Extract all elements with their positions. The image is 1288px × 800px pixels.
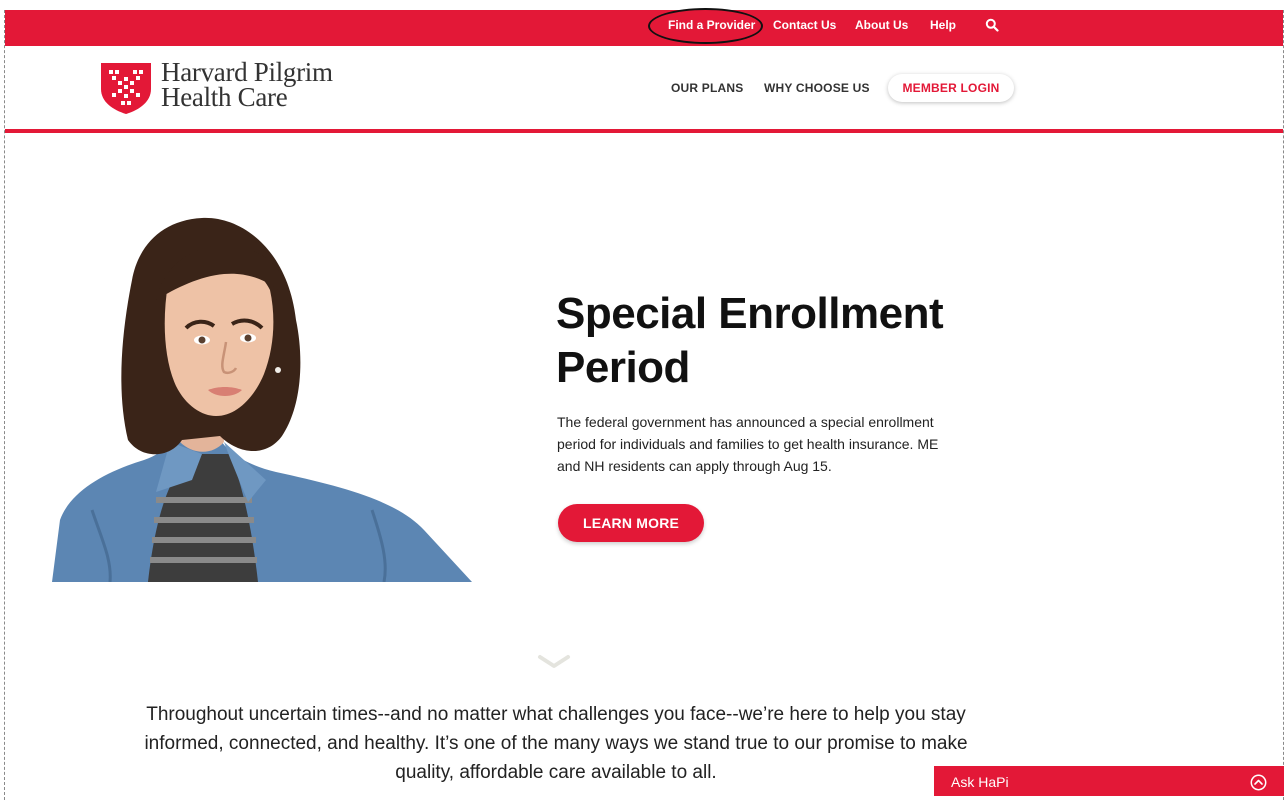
about-us-link[interactable]: About Us bbox=[855, 18, 908, 32]
ask-hapi-chat-widget[interactable]: Ask HaPi bbox=[934, 766, 1284, 796]
promise-line3: quality, affordable care available to al… bbox=[395, 762, 717, 783]
brand-name-line2: Health Care bbox=[161, 82, 288, 112]
search-icon[interactable] bbox=[985, 18, 999, 32]
hero-title-line1: Special Enrollment bbox=[556, 289, 944, 338]
find-provider-link[interactable]: Find a Provider bbox=[668, 18, 755, 32]
promise-line1: Throughout uncertain times--and no matte… bbox=[146, 704, 966, 725]
harvard-pilgrim-shield-logo-icon[interactable] bbox=[99, 61, 153, 115]
member-login-button[interactable]: MEMBER LOGIN bbox=[888, 74, 1014, 102]
utility-bar bbox=[5, 10, 1283, 46]
nav-why-choose-us[interactable]: WHY CHOOSE US bbox=[764, 81, 870, 95]
nav-our-plans[interactable]: OUR PLANS bbox=[671, 81, 743, 95]
hero-title: Special Enrollment Period bbox=[556, 287, 996, 395]
help-link[interactable]: Help bbox=[930, 18, 956, 32]
chevron-up-circle-icon[interactable] bbox=[1250, 774, 1267, 791]
brand-wordmark[interactable]: Harvard Pilgrim Health Care bbox=[161, 59, 333, 112]
hero-woman-photo bbox=[52, 217, 472, 582]
hero-title-line2: Period bbox=[556, 343, 690, 392]
hero-description: The federal government has announced a s… bbox=[557, 414, 939, 474]
learn-more-button[interactable]: LEARN MORE bbox=[558, 504, 704, 542]
promise-line2: informed, connected, and healthy. It’s o… bbox=[144, 733, 968, 754]
contact-us-link[interactable]: Contact Us bbox=[773, 18, 836, 32]
header-divider bbox=[5, 129, 1283, 133]
chat-label: Ask HaPi bbox=[951, 774, 1009, 790]
promise-statement: Throughout uncertain times--and no matte… bbox=[100, 700, 1012, 787]
chevron-down-icon[interactable] bbox=[537, 654, 571, 670]
